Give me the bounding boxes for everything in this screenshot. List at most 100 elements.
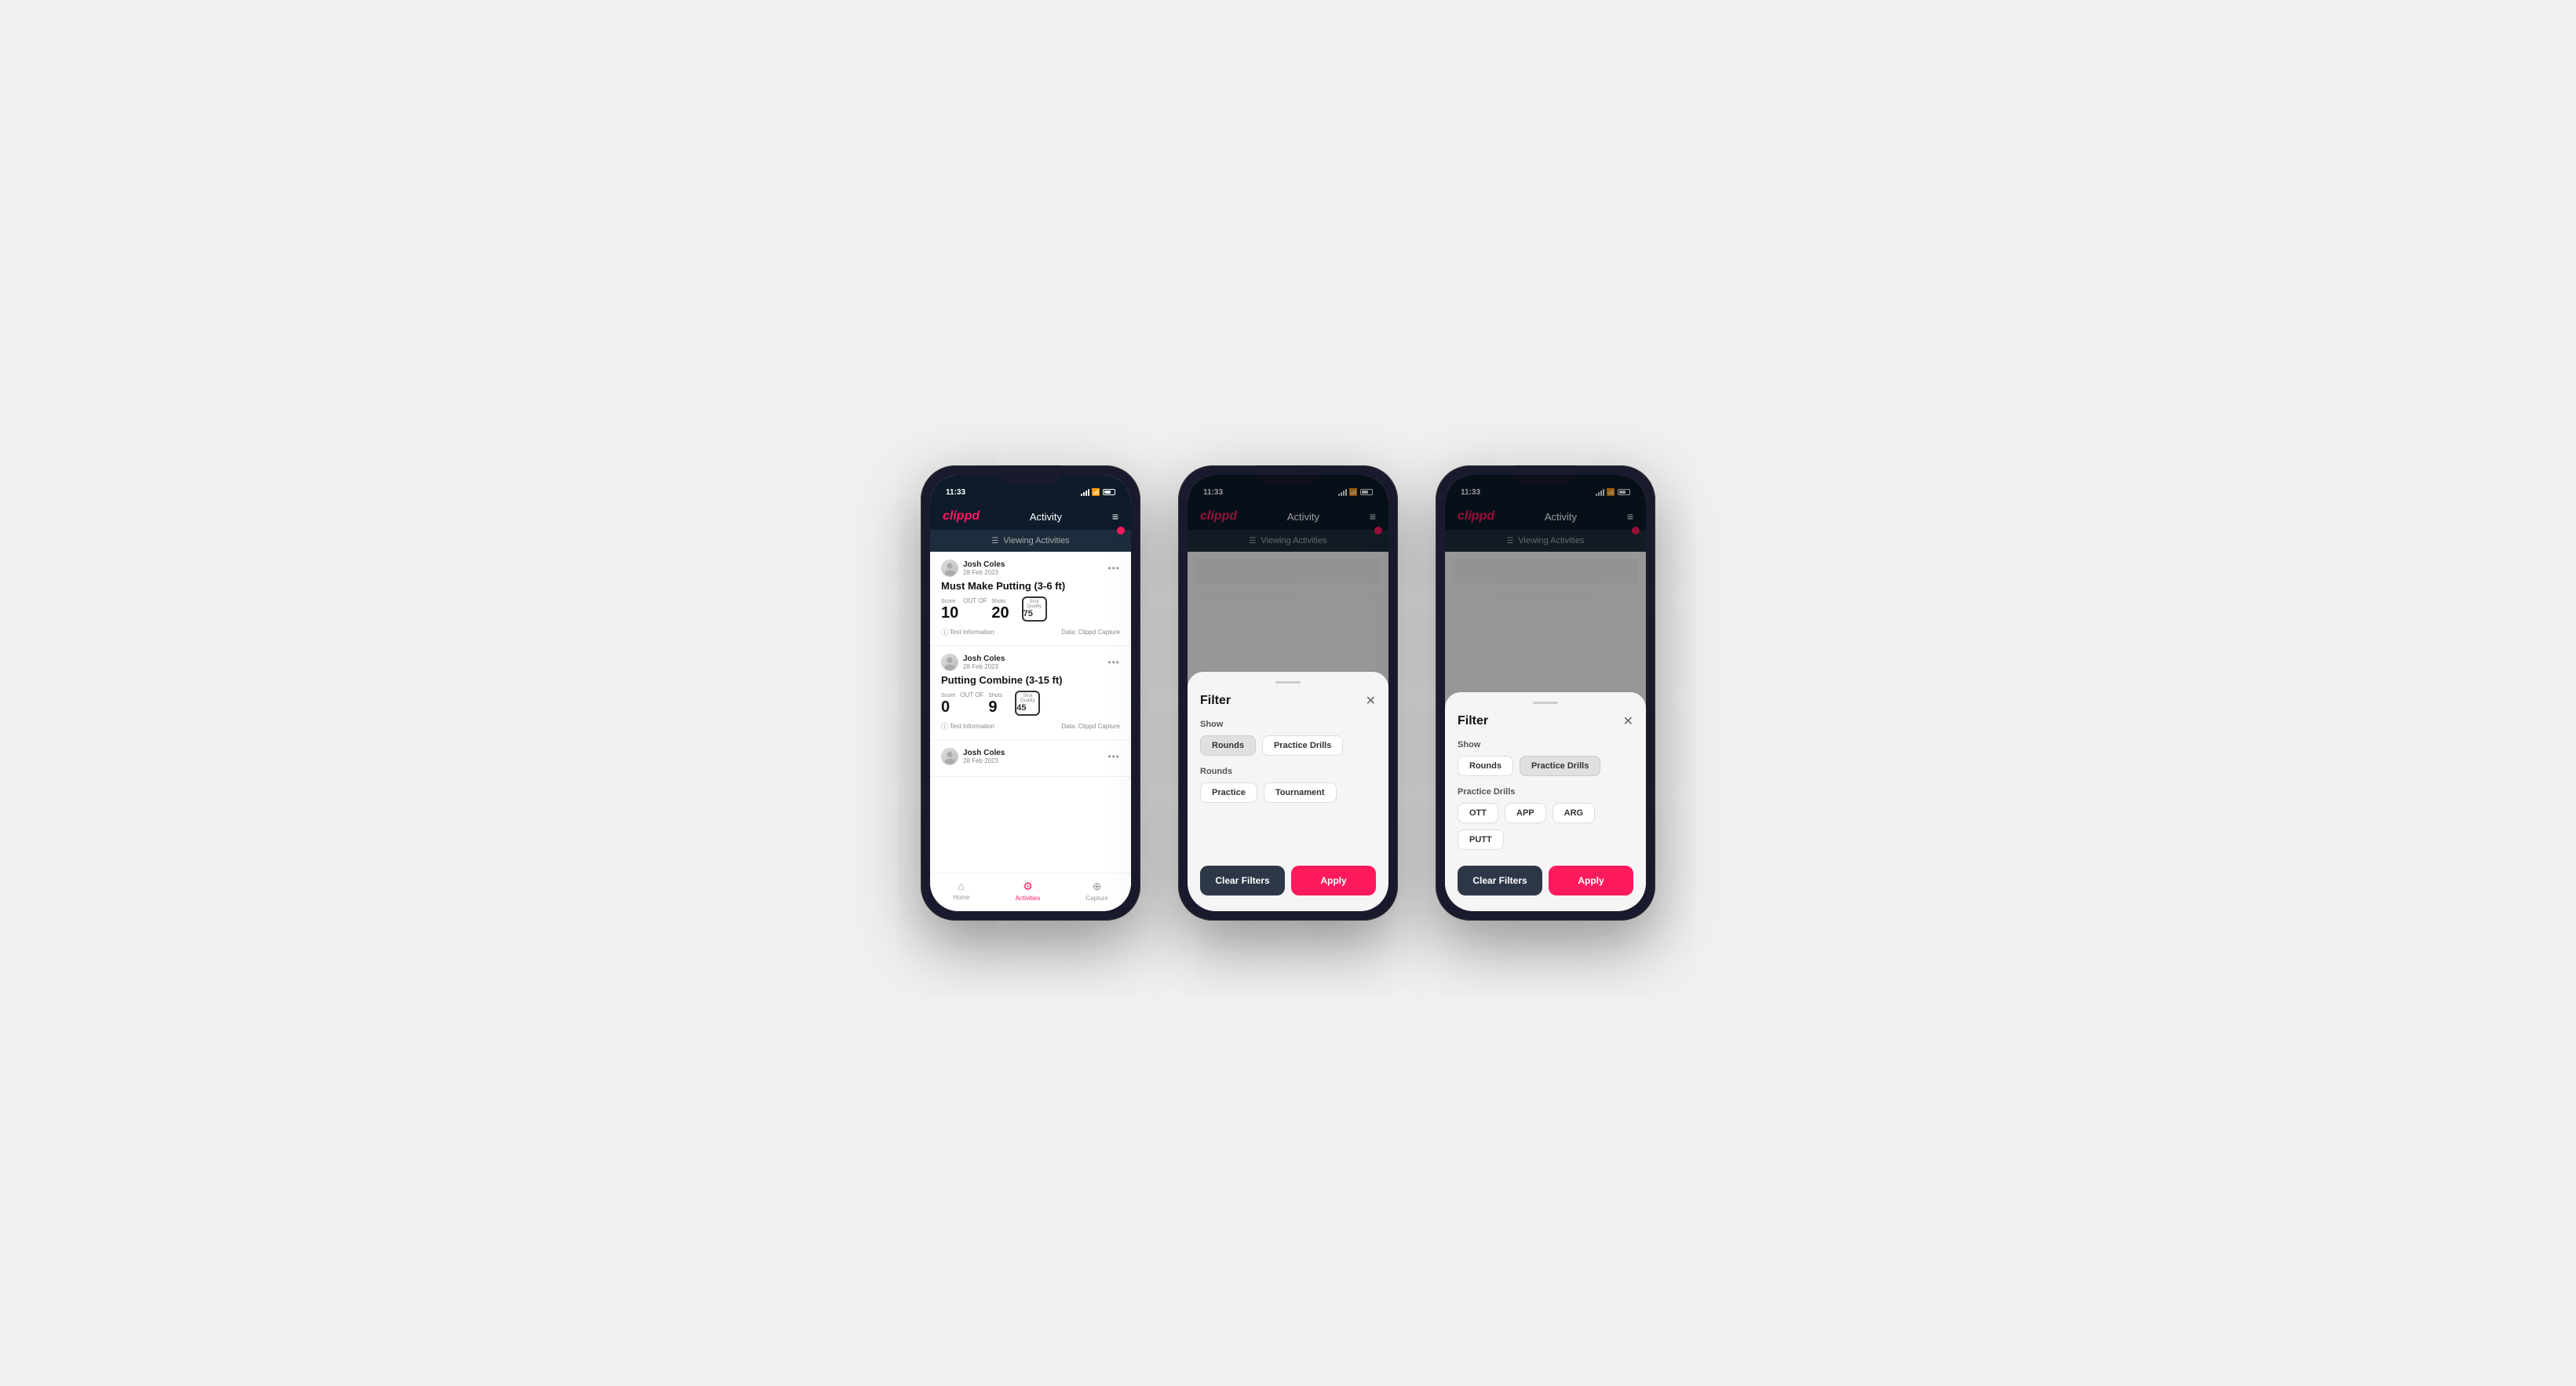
tournament-btn-2[interactable]: Tournament (1264, 782, 1337, 803)
rounds-section-label-2: Rounds (1200, 767, 1376, 776)
stat-group-score-1: Score 10 (941, 599, 958, 622)
shots-value-2: 9 (988, 698, 1002, 717)
pd-buttons-3: OTT APP ARG PUTT (1458, 803, 1633, 850)
stat-group-shots-1: Shots 20 (991, 599, 1009, 622)
stat-group-score-2: Score 0 (941, 693, 955, 717)
banner-dot-1 (1117, 527, 1125, 534)
signal-bar-3 (1085, 491, 1087, 496)
signal-bars-1 (1081, 489, 1089, 496)
capture-label-1: Capture (1085, 895, 1107, 902)
phone-2: 11:33 📶 clippd Activity (1178, 465, 1398, 921)
info-icon-2: ⓘ (941, 721, 948, 731)
activity-footer-2: ⓘ Test Information Data: Clippd Capture (941, 721, 1120, 731)
shots-value-1: 20 (991, 604, 1009, 622)
notch-1 (999, 465, 1062, 484)
user-details-2: Josh Coles 28 Feb 2023 (963, 655, 1005, 670)
status-time-1: 11:33 (946, 488, 965, 497)
filter-header-3: Filter ✕ (1458, 713, 1633, 729)
nav-capture-1[interactable]: ⊕ Capture (1085, 880, 1107, 902)
data-source-2: Data: Clippd Capture (1061, 723, 1120, 730)
sq-group-1: Shot Quality 75 (1023, 600, 1045, 618)
sq-label-2: Shot Quality (1016, 694, 1038, 703)
user-name-2: Josh Coles (963, 655, 1005, 663)
stats-row-2: Score 0 OUT OF Shots 9 Shot Quality 45 (941, 691, 1120, 717)
score-value-2: 0 (941, 698, 955, 717)
avatar-1 (941, 560, 958, 577)
activity-item-2: Josh Coles 28 Feb 2023 ••• Putting Combi… (930, 646, 1131, 740)
filter-overlay-3: Filter ✕ Show Rounds Practice Drills Pra… (1445, 475, 1646, 911)
avatar-inner-3 (942, 749, 958, 764)
user-info-3: Josh Coles 28 Feb 2023 (941, 748, 1005, 765)
ott-btn-3[interactable]: OTT (1458, 803, 1498, 823)
putt-btn-3[interactable]: PUTT (1458, 830, 1504, 850)
user-details-3: Josh Coles 28 Feb 2023 (963, 749, 1005, 764)
rounds-btn-3[interactable]: Rounds (1458, 756, 1513, 776)
score-label-1: Score (941, 599, 958, 604)
app-header-1: clippd Activity ≡ (930, 503, 1131, 530)
clear-filters-btn-3[interactable]: Clear Filters (1458, 866, 1542, 895)
signal-bar-2 (1083, 492, 1085, 496)
battery-icon-1 (1103, 489, 1115, 495)
sq-value-2: 45 (1016, 703, 1038, 713)
avatar-inner-2 (942, 655, 958, 670)
app-btn-3[interactable]: APP (1505, 803, 1546, 823)
filter-close-2[interactable]: ✕ (1366, 693, 1376, 709)
avatar-inner-1 (942, 560, 958, 576)
activity-footer-1: ⓘ Test Information Data: Clippd Capture (941, 627, 1120, 637)
phone-1: 11:33 📶 clippd Activity (921, 465, 1140, 921)
shots-label-2: Shots (988, 693, 1002, 698)
user-name-1: Josh Coles (963, 560, 1005, 569)
out-of-1: OUT OF (963, 597, 987, 604)
battery-fill-1 (1104, 491, 1111, 494)
screen-2: 11:33 📶 clippd Activity (1188, 475, 1388, 911)
nav-title-1: Activity (1030, 511, 1062, 523)
more-dots-3[interactable]: ••• (1107, 751, 1120, 762)
rounds-buttons-2: Practice Tournament (1200, 782, 1376, 803)
menu-icon-1[interactable]: ≡ (1112, 510, 1118, 523)
show-label-3: Show (1458, 740, 1633, 750)
activities-icon-1: ⚙ (1023, 880, 1033, 893)
clear-filters-btn-2[interactable]: Clear Filters (1200, 866, 1285, 895)
score-label-2: Score (941, 693, 955, 698)
bottom-nav-1: ⌂ Home ⚙ Activities ⊕ Capture (930, 873, 1131, 911)
apply-btn-3[interactable]: Apply (1549, 866, 1633, 895)
info-icon-1: ⓘ (941, 627, 948, 637)
viewing-banner-1[interactable]: ☰ Viewing Activities (930, 530, 1131, 552)
practice-btn-2[interactable]: Practice (1200, 782, 1257, 803)
avatar-2 (941, 654, 958, 671)
filter-handle-2 (1275, 681, 1301, 684)
capture-icon-1: ⊕ (1093, 880, 1102, 893)
filter-sheet-3: Filter ✕ Show Rounds Practice Drills Pra… (1445, 692, 1646, 911)
more-dots-1[interactable]: ••• (1107, 563, 1120, 574)
more-dots-2[interactable]: ••• (1107, 657, 1120, 668)
filter-title-2: Filter (1200, 694, 1231, 708)
nav-activities-1[interactable]: ⚙ Activities (1016, 880, 1041, 902)
practice-drills-btn-3[interactable]: Practice Drills (1520, 756, 1600, 776)
screen-1: 11:33 📶 clippd Activity (930, 475, 1131, 911)
filter-header-2: Filter ✕ (1200, 693, 1376, 709)
rounds-btn-2[interactable]: Rounds (1200, 735, 1256, 756)
nav-home-1[interactable]: ⌂ Home (953, 880, 969, 902)
logo-1: clippd (943, 509, 980, 523)
filter-overlay-2: Filter ✕ Show Rounds Practice Drills Rou… (1188, 475, 1388, 911)
show-label-2: Show (1200, 720, 1376, 729)
filter-handle-3 (1533, 702, 1558, 704)
screen-3: 11:33 📶 clippd Activity (1445, 475, 1646, 911)
user-info-2: Josh Coles 28 Feb 2023 (941, 654, 1005, 671)
status-icons-1: 📶 (1081, 488, 1115, 497)
apply-btn-2[interactable]: Apply (1291, 866, 1376, 895)
activity-header-3: Josh Coles 28 Feb 2023 ••• (941, 748, 1120, 765)
activity-title-1: Must Make Putting (3-6 ft) (941, 580, 1120, 592)
avatar-3 (941, 748, 958, 765)
practice-drills-btn-2[interactable]: Practice Drills (1262, 735, 1343, 756)
sq-value-1: 75 (1023, 609, 1045, 618)
wifi-icon-1: 📶 (1092, 488, 1100, 497)
banner-text-1: Viewing Activities (1003, 536, 1069, 545)
activity-item-1: Josh Coles 28 Feb 2023 ••• Must Make Put… (930, 552, 1131, 646)
arg-btn-3[interactable]: ARG (1553, 803, 1595, 823)
filter-icon-1: ☰ (991, 537, 998, 545)
filter-close-3[interactable]: ✕ (1623, 713, 1633, 729)
activity-header-1: Josh Coles 28 Feb 2023 ••• (941, 560, 1120, 577)
show-buttons-2: Rounds Practice Drills (1200, 735, 1376, 756)
shot-quality-badge-2: Shot Quality 45 (1015, 691, 1040, 716)
